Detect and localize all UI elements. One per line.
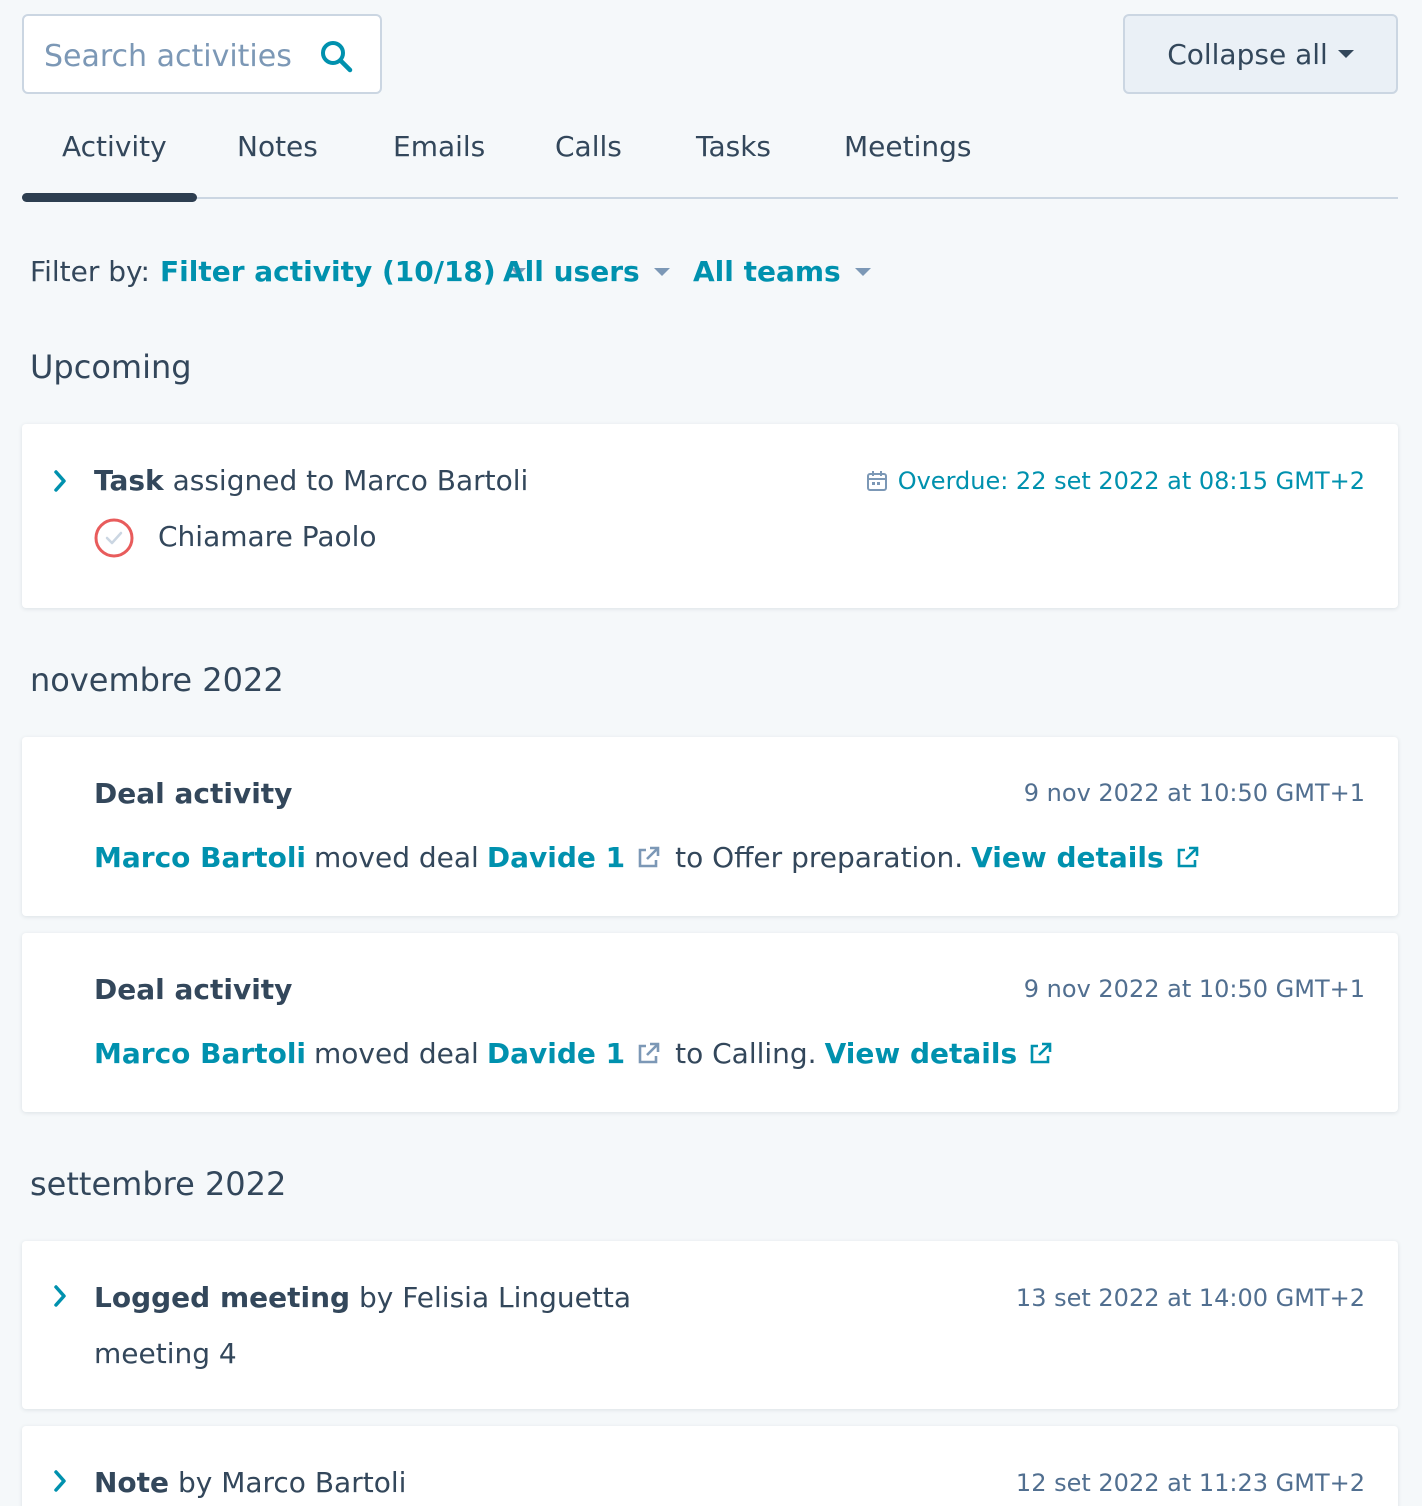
deal-activity-timestamp: 9 nov 2022 at 10:50 GMT+1: [1023, 975, 1365, 1003]
active-tab-indicator: [22, 193, 197, 202]
section-heading-november: novembre 2022: [30, 661, 284, 699]
filter-teams-dropdown[interactable]: All teams: [693, 255, 871, 288]
note-type: Note: [94, 1466, 170, 1499]
task-assigned-text: assigned to Marco Bartoli: [172, 464, 529, 497]
tab-emails[interactable]: Emails: [393, 130, 485, 163]
user-link[interactable]: Marco Bartoli: [94, 841, 306, 874]
chevron-right-icon[interactable]: [50, 468, 70, 494]
deal-activity-timestamp: 9 nov 2022 at 10:50 GMT+1: [1023, 779, 1365, 807]
task-card: Task assigned to Marco Bartoli Overdue: …: [22, 424, 1398, 608]
filter-activity-dropdown[interactable]: Filter activity (10/18): [160, 255, 526, 288]
task-type: Task: [94, 464, 164, 497]
note-title: Note by Marco Bartoli: [94, 1466, 406, 1499]
stage-text: to Offer preparation.: [675, 841, 964, 874]
meeting-type: Logged meeting: [94, 1281, 351, 1314]
stage-text: to Calling.: [675, 1037, 817, 1070]
moved-text: moved deal: [314, 1037, 479, 1070]
calendar-icon: [866, 471, 887, 491]
note-timestamp: 12 set 2022 at 11:23 GMT+2: [1015, 1469, 1365, 1497]
view-details-link[interactable]: View details: [971, 841, 1164, 874]
meeting-title: Logged meeting by Felisia Linguetta: [94, 1281, 631, 1314]
filter-label: Filter by:: [30, 255, 150, 288]
task-overdue-text: Overdue: 22 set 2022 at 08:15 GMT+2: [897, 467, 1365, 495]
tab-calls[interactable]: Calls: [555, 130, 622, 163]
moved-text: moved deal: [314, 841, 479, 874]
meeting-by-text: by Felisia Linguetta: [358, 1281, 631, 1314]
meeting-name: meeting 4: [94, 1337, 237, 1370]
caret-down-icon: [653, 267, 670, 276]
task-name[interactable]: Chiamare Paolo: [158, 520, 377, 553]
filter-teams-label: All teams: [693, 255, 841, 288]
deal-activity-heading: Deal activity: [94, 973, 293, 1006]
deal-activity-title: Deal activity: [94, 777, 292, 810]
deal-activity-title: Deal activity: [94, 973, 292, 1006]
chevron-right-icon[interactable]: [50, 1283, 70, 1309]
search-input[interactable]: [44, 36, 314, 76]
search-icon[interactable]: [318, 38, 354, 74]
section-heading-upcoming: Upcoming: [30, 348, 192, 386]
note-by-text: by Marco Bartoli: [177, 1466, 407, 1499]
deal-activity-card: Deal activity 9 nov 2022 at 10:50 GMT+1 …: [22, 737, 1398, 916]
caret-down-icon: [854, 267, 871, 276]
filter-users-dropdown[interactable]: All users: [503, 255, 670, 288]
meeting-card: Logged meeting by Felisia Linguetta 13 s…: [22, 1241, 1398, 1409]
deal-activity-description: Marco Bartoli moved deal Davide 1 to Off…: [94, 841, 1214, 874]
filter-activity-label: Filter activity (10/18): [160, 255, 496, 288]
deal-activity-heading: Deal activity: [94, 777, 293, 810]
tabs-divider: [22, 197, 1398, 199]
filter-users-label: All users: [503, 255, 640, 288]
external-link-icon[interactable]: [635, 845, 661, 871]
search-box[interactable]: [22, 14, 382, 94]
view-details-link[interactable]: View details: [825, 1037, 1018, 1070]
deal-link[interactable]: Davide 1: [487, 841, 625, 874]
user-link[interactable]: Marco Bartoli: [94, 1037, 306, 1070]
deal-activity-description: Marco Bartoli moved deal Davide 1 to Cal…: [94, 1037, 1067, 1070]
external-link-icon[interactable]: [635, 1041, 661, 1067]
deal-activity-card: Deal activity 9 nov 2022 at 10:50 GMT+1 …: [22, 933, 1398, 1112]
deal-link[interactable]: Davide 1: [487, 1037, 625, 1070]
collapse-all-label: Collapse all: [1167, 37, 1328, 71]
external-link-icon[interactable]: [1027, 1041, 1053, 1067]
tab-activity[interactable]: Activity: [62, 130, 167, 163]
tab-tasks[interactable]: Tasks: [696, 130, 771, 163]
task-complete-icon[interactable]: [94, 518, 134, 558]
collapse-all-button[interactable]: Collapse all: [1123, 14, 1398, 94]
task-overdue: Overdue: 22 set 2022 at 08:15 GMT+2: [866, 467, 1365, 495]
caret-down-icon: [1337, 50, 1354, 58]
section-heading-september: settembre 2022: [30, 1165, 287, 1203]
tab-notes[interactable]: Notes: [237, 130, 318, 163]
meeting-timestamp: 13 set 2022 at 14:00 GMT+2: [1015, 1284, 1365, 1312]
external-link-icon[interactable]: [1174, 845, 1200, 871]
note-card: Note by Marco Bartoli 12 set 2022 at 11:…: [22, 1426, 1398, 1506]
task-title: Task assigned to Marco Bartoli: [94, 464, 528, 497]
tab-meetings[interactable]: Meetings: [844, 130, 971, 163]
chevron-right-icon[interactable]: [50, 1468, 70, 1494]
